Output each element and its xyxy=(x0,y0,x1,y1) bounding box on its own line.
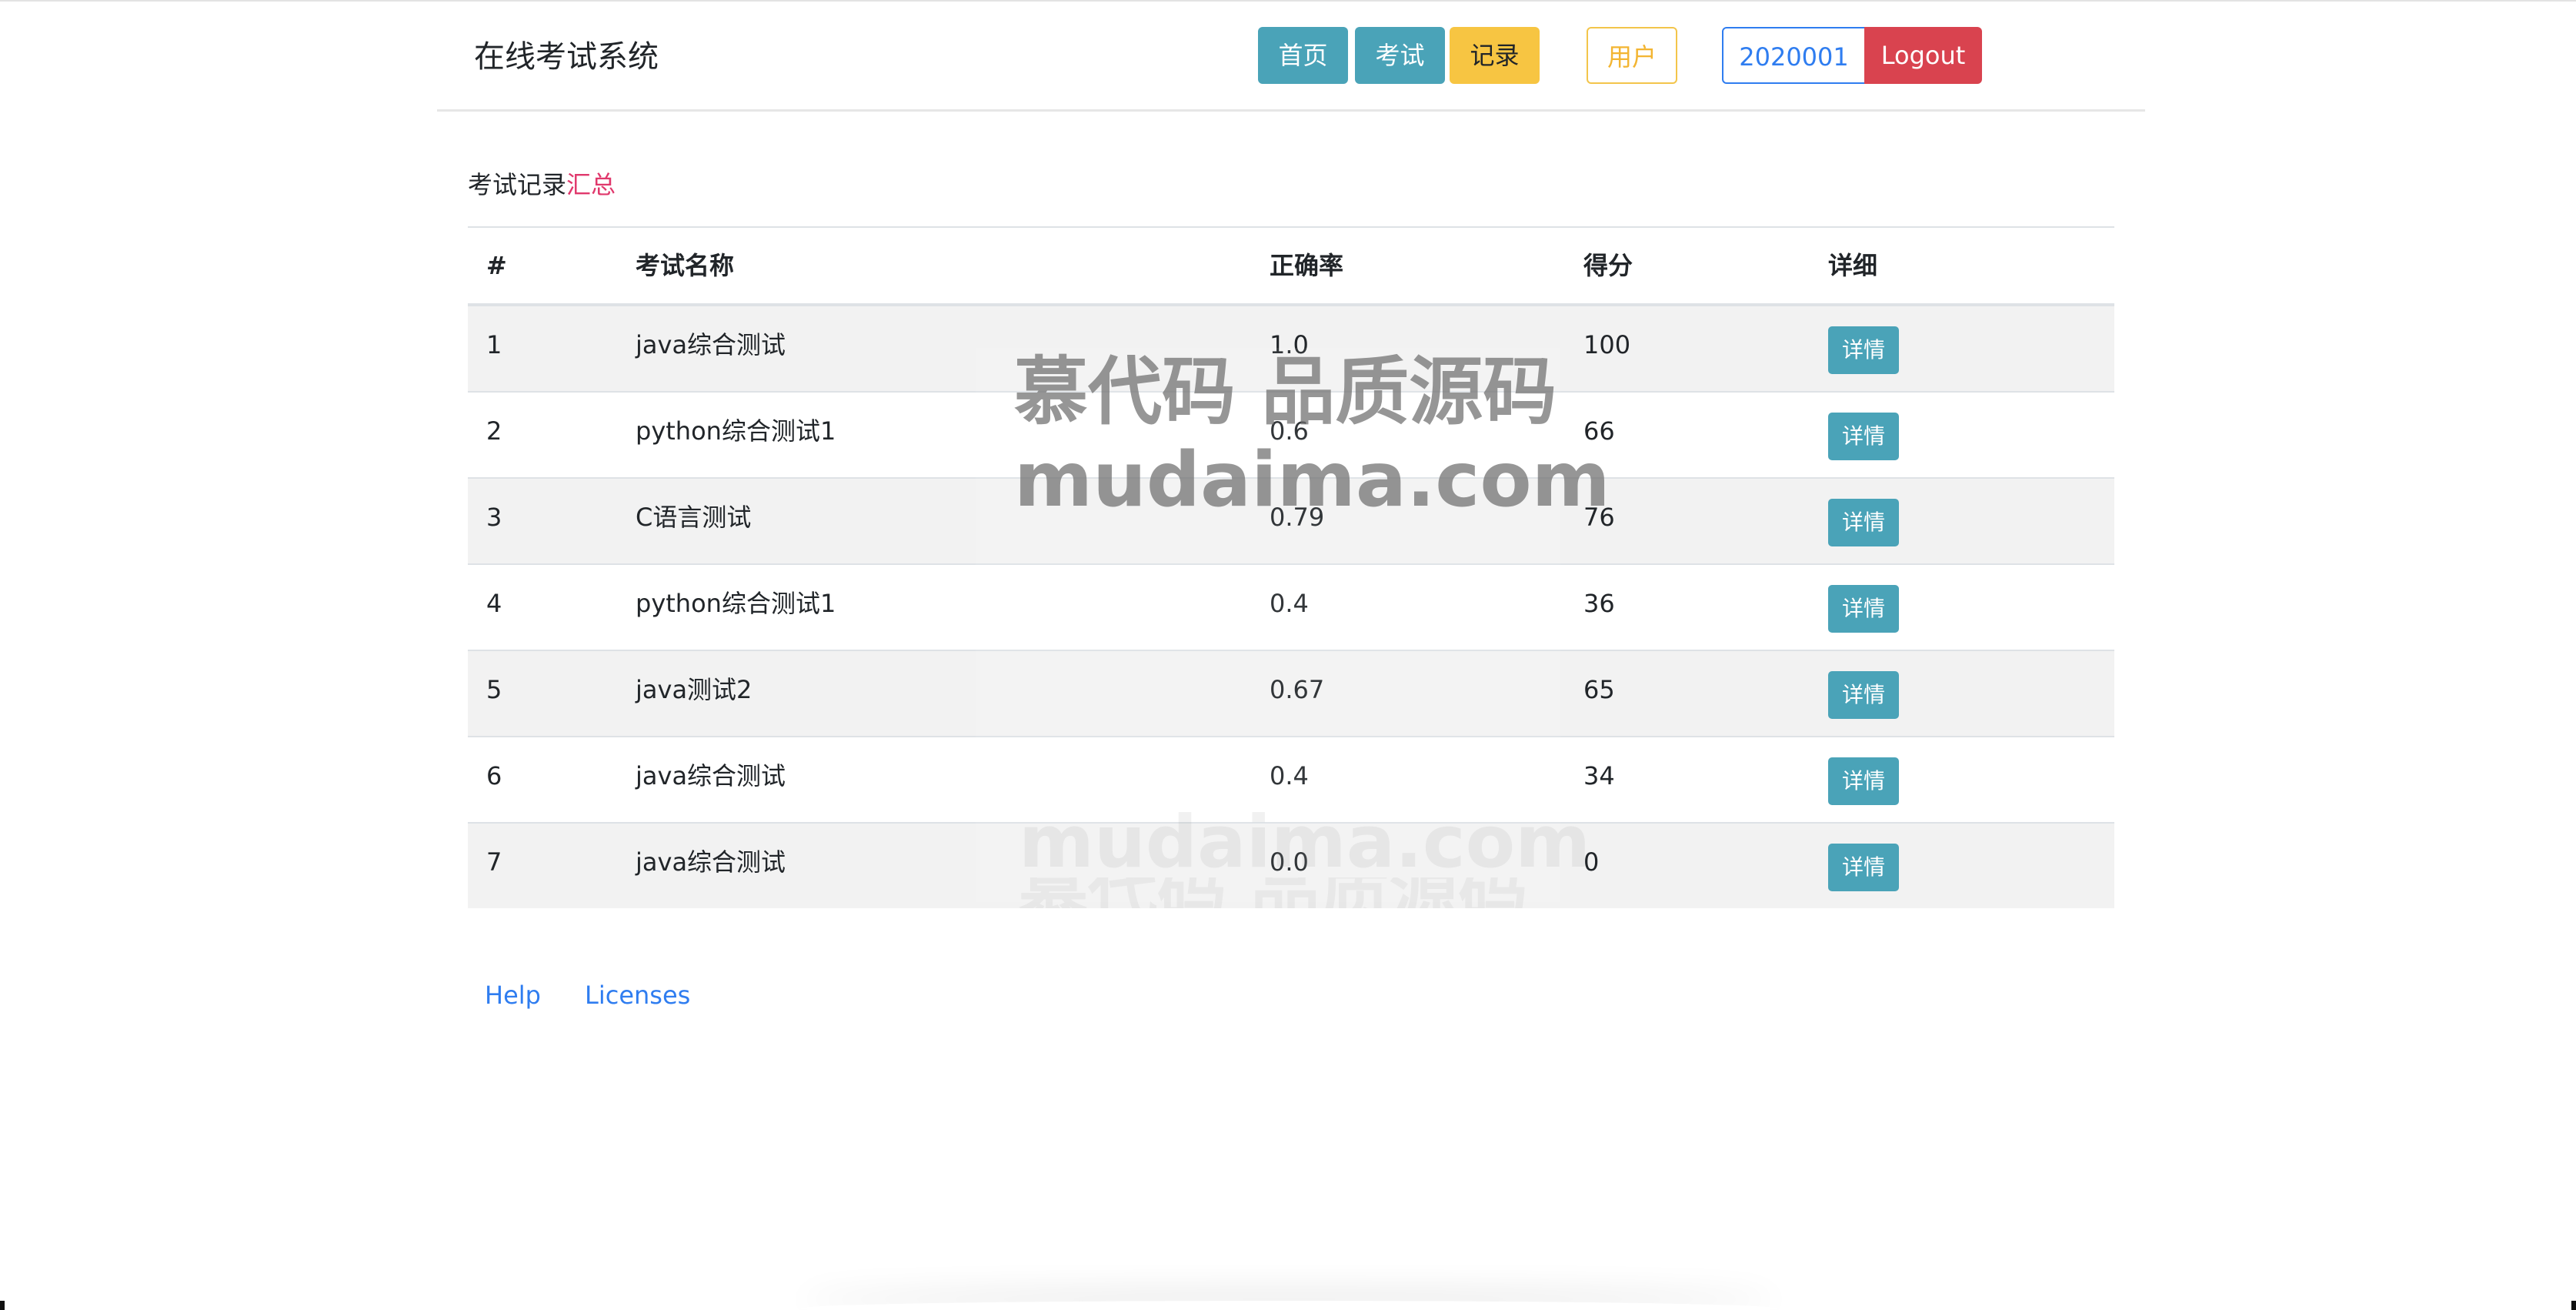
detail-button[interactable]: 详情 xyxy=(1828,499,1899,546)
row-accuracy: 0.0 xyxy=(1270,847,1309,877)
row-score: 66 xyxy=(1583,416,1615,446)
header-score: 得分 xyxy=(1583,251,1633,280)
section-title: 考试记录 xyxy=(468,170,567,199)
navbar: 在线考试系统 首页 考试 记录 用户 2020001 Logout xyxy=(437,2,2145,112)
row-exam-name: java综合测试 xyxy=(636,330,786,359)
row-score: 100 xyxy=(1583,330,1631,359)
table-row: 4 python综合测试1 0.4 36 详情 xyxy=(468,565,2114,651)
detail-button[interactable]: 详情 xyxy=(1828,585,1899,633)
table-row: 3 C语言测试 0.79 76 详情 xyxy=(468,479,2114,565)
section-heading: 考试记录汇总 xyxy=(468,165,616,205)
exam-records-table: # 考试名称 正确率 得分 详细 1 java综合测试 1.0 100 详情 2… xyxy=(468,226,2114,908)
corner-mark xyxy=(0,1301,5,1310)
row-index: 6 xyxy=(486,761,502,790)
summary-link[interactable]: 汇总 xyxy=(566,170,616,199)
logout-button[interactable]: Logout xyxy=(1864,27,1982,84)
row-exam-name: java综合测试 xyxy=(636,761,786,790)
row-index: 7 xyxy=(486,847,502,877)
row-exam-name: java测试2 xyxy=(636,675,752,704)
table-header: # 考试名称 正确率 得分 详细 xyxy=(468,228,2114,306)
table-row: 7 java综合测试 0.0 0 详情 xyxy=(468,824,2114,908)
help-link[interactable]: Help xyxy=(485,976,541,1014)
bottom-shadow xyxy=(800,1301,1777,1310)
nav-user-button[interactable]: 用户 xyxy=(1587,27,1677,84)
row-score: 0 xyxy=(1583,847,1600,877)
row-score: 34 xyxy=(1583,761,1615,790)
nav-records-button[interactable]: 记录 xyxy=(1450,27,1540,84)
row-accuracy: 0.67 xyxy=(1270,675,1325,704)
row-index: 5 xyxy=(486,675,502,704)
row-accuracy: 0.79 xyxy=(1270,503,1325,532)
user-id-button[interactable]: 2020001 xyxy=(1722,27,1866,84)
row-exam-name: python综合测试1 xyxy=(636,589,836,618)
table-row: 6 java综合测试 0.4 34 详情 xyxy=(468,737,2114,824)
header-exam-name: 考试名称 xyxy=(636,251,735,280)
nav-exam-button[interactable]: 考试 xyxy=(1355,27,1445,84)
row-accuracy: 0.4 xyxy=(1270,761,1309,790)
row-accuracy: 0.4 xyxy=(1270,589,1309,618)
row-index: 4 xyxy=(486,589,502,618)
row-score: 76 xyxy=(1583,503,1615,532)
detail-button[interactable]: 详情 xyxy=(1828,757,1899,805)
row-exam-name: C语言测试 xyxy=(636,503,752,532)
detail-button[interactable]: 详情 xyxy=(1828,671,1899,719)
page: 在线考试系统 首页 考试 记录 用户 2020001 Logout 考试记录汇总… xyxy=(0,0,2576,1310)
detail-button[interactable]: 详情 xyxy=(1828,326,1899,374)
row-index: 1 xyxy=(486,330,502,359)
row-score: 36 xyxy=(1583,589,1615,618)
row-exam-name: java综合测试 xyxy=(636,847,786,877)
row-index: 2 xyxy=(486,416,502,446)
detail-button[interactable]: 详情 xyxy=(1828,844,1899,891)
licenses-link[interactable]: Licenses xyxy=(585,976,690,1014)
row-exam-name: python综合测试1 xyxy=(636,416,836,446)
table-row: 2 python综合测试1 0.6 66 详情 xyxy=(468,393,2114,479)
row-score: 65 xyxy=(1583,675,1615,704)
nav-home-button[interactable]: 首页 xyxy=(1258,27,1348,84)
table-row: 5 java测试2 0.67 65 详情 xyxy=(468,651,2114,737)
row-accuracy: 1.0 xyxy=(1270,330,1309,359)
row-accuracy: 0.6 xyxy=(1270,416,1309,446)
app-title[interactable]: 在线考试系统 xyxy=(474,34,659,80)
detail-button[interactable]: 详情 xyxy=(1828,413,1899,460)
corner-mark xyxy=(2571,1301,2576,1310)
header-index: # xyxy=(486,251,507,280)
header-accuracy: 正确率 xyxy=(1270,251,1344,280)
row-index: 3 xyxy=(486,503,502,532)
table-row: 1 java综合测试 1.0 100 详情 xyxy=(468,306,2114,393)
header-detail: 详细 xyxy=(1828,251,1878,280)
